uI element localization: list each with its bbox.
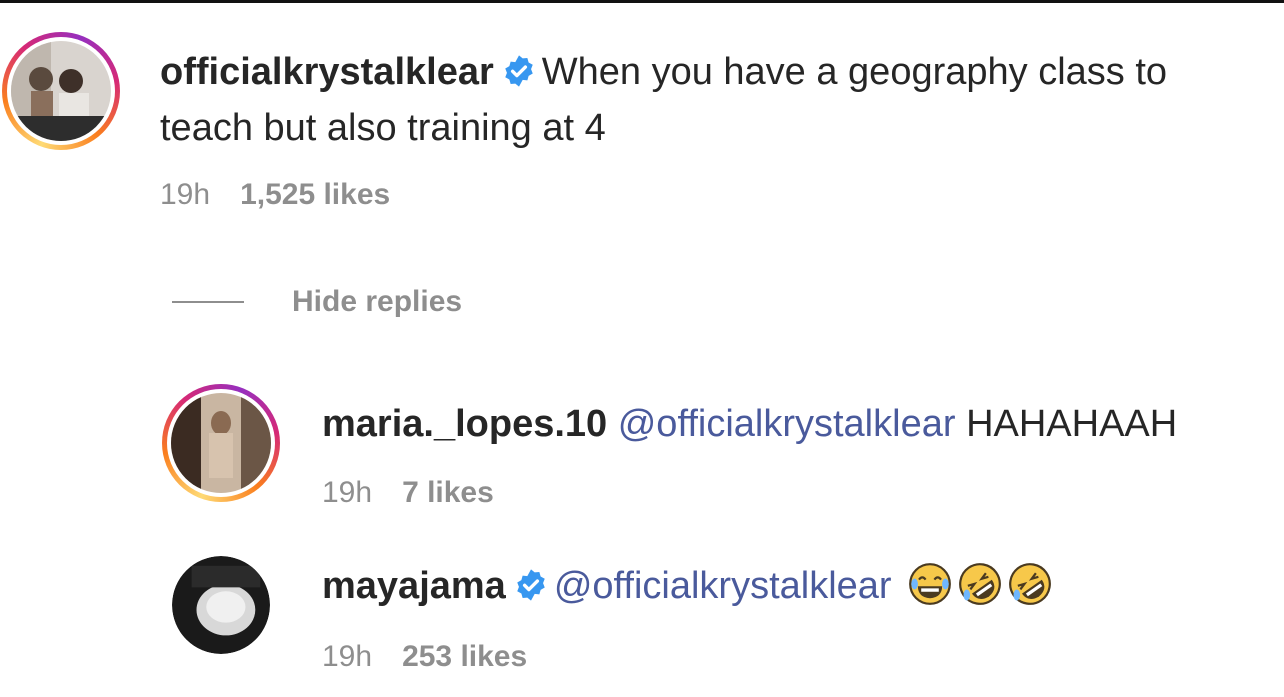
reply-username[interactable]: mayajama	[322, 565, 506, 607]
reply-likes[interactable]: 253 likes	[402, 640, 527, 673]
reply-mention[interactable]: @officialkrystalklear	[554, 565, 892, 607]
reply-time[interactable]: 19h	[322, 476, 372, 509]
reply-comment: maria._lopes.10 @officialkrystalklear HA…	[322, 398, 1272, 450]
reply-body: HAHAHAAH	[966, 403, 1178, 445]
top-border	[0, 0, 1284, 3]
avatar-photo	[11, 41, 111, 141]
rolling-on-floor-laughing-icon	[1008, 562, 1052, 620]
verified-badge-icon	[502, 50, 536, 102]
reply-meta: 19h 7 likes	[322, 476, 524, 510]
main-comment: officialkrystalklear When you have a geog…	[160, 46, 1270, 154]
main-comment-meta: 19h 1,525 likes	[160, 178, 420, 212]
verified-badge-icon	[514, 564, 548, 616]
hide-replies-label: Hide replies	[292, 285, 463, 318]
avatar-maria-lopes[interactable]	[162, 384, 280, 502]
hide-replies-button[interactable]: Hide replies	[172, 280, 462, 324]
avatar-mayajama[interactable]	[172, 556, 270, 654]
reply-meta: 19h 253 likes	[322, 640, 557, 674]
reply-comment: mayajama @officialkrystalklear	[322, 560, 1272, 620]
face-with-tears-of-joy-icon	[908, 562, 952, 620]
reply-time[interactable]: 19h	[322, 640, 372, 673]
comment-likes[interactable]: 1,525 likes	[240, 178, 390, 211]
avatar-officialkrystalklear[interactable]	[2, 32, 120, 150]
avatar-photo	[172, 556, 270, 654]
comment-time[interactable]: 19h	[160, 178, 210, 211]
avatar-photo	[171, 393, 271, 493]
reply-username[interactable]: maria._lopes.10	[322, 403, 607, 445]
reply-likes[interactable]: 7 likes	[402, 476, 494, 509]
reply-mention[interactable]: @officialkrystalklear	[618, 403, 956, 445]
comment-username[interactable]: officialkrystalklear	[160, 51, 494, 93]
rolling-on-floor-laughing-icon	[958, 562, 1002, 620]
hide-replies-line	[172, 301, 244, 303]
